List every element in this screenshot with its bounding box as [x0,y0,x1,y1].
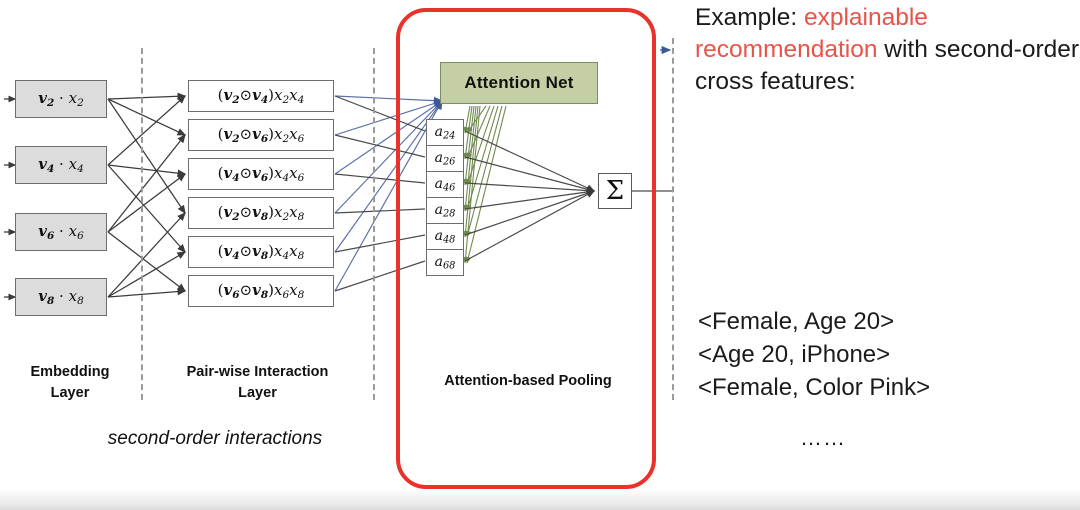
attention-weight-1[interactable]: a24 [426,119,464,146]
embedding-node-3-label: v6 · x6 [38,222,84,242]
summation-node[interactable]: Σ [598,173,632,209]
attention-weight-1-label: a24 [434,123,456,142]
embedding-layer-label-line2: Layer [50,385,90,402]
cross-feature-item-3: <Female, Color Pink> [698,374,931,402]
pairwise-node-2-label: (v2⊙v6)x2x6 [217,125,305,145]
pairwise-node-3-label: (v4⊙v6)x4x6 [217,164,305,184]
embedding-node-2[interactable]: v4 · x4 [15,146,107,184]
embedding-node-4[interactable]: v8 · x8 [15,278,107,316]
pairwise-node-6[interactable]: (v6⊙v8)x6x8 [188,275,334,307]
pairwise-node-5[interactable]: (v4⊙v8)x4x8 [188,236,334,268]
attention-weight-2[interactable]: a26 [426,145,464,172]
pairwise-node-6-label: (v6⊙v8)x6x8 [217,281,305,301]
example-headline: Example: explainable recommendation with… [695,2,1080,98]
pairwise-layer-label-line1: Pair-wise Interaction [186,364,329,380]
separator-embedding-pairwise [141,48,143,400]
cross-feature-item-2: <Age 20, iPhone> [698,341,891,369]
attention-weight-4[interactable]: a28 [426,197,464,224]
pairwise-node-4[interactable]: (v2⊙v8)x2x8 [188,197,334,229]
pairwise-layer-label: Pair-wise Interaction Layer [150,362,365,404]
second-order-caption: second-order interactions [107,428,323,449]
attention-weight-3[interactable]: a46 [426,171,464,198]
pairwise-node-3[interactable]: (v4⊙v6)x4x6 [188,158,334,190]
attention-weight-2-label: a26 [434,149,456,168]
pairwise-node-1-label: (v2⊙v4)x2x4 [217,86,305,106]
attention-weight-3-label: a46 [434,175,456,194]
embedding-node-1-label: v2 · x2 [38,89,84,109]
attention-weight-6-label: a68 [434,253,456,272]
cross-feature-list: <Female, Age 20> <Age 20, iPhone> <Femal… [698,305,1078,404]
pairwise-node-5-label: (v4⊙v8)x4x8 [217,242,305,262]
attention-net-label: Attention Net [464,73,574,92]
pairwise-layer-label-line2: Layer [238,385,277,402]
pooling-layer-label-text: Attention-based Pooling [444,373,612,389]
separator-pooling-output [672,38,674,400]
pairwise-node-4-label: (v2⊙v8)x2x8 [217,203,305,223]
cross-feature-item-1: <Female, Age 20> [698,308,895,335]
cross-feature-ellipsis: …… [800,425,846,450]
embedding-node-1[interactable]: v2 · x2 [15,80,107,118]
embedding-layer-label: Embedding Layer [6,362,134,404]
example-panel: Example: explainable recommendation with… [690,0,1080,510]
attention-weight-5[interactable]: a48 [426,223,464,250]
attention-net-box[interactable]: Attention Net [440,62,598,104]
summation-symbol: Σ [605,176,625,206]
embedding-layer-label-line1: Embedding [30,364,110,380]
embedding-node-3[interactable]: v6 · x6 [15,213,107,251]
separator-pairwise-pooling [373,48,375,400]
pairwise-node-2[interactable]: (v2⊙v6)x2x6 [188,119,334,151]
pooling-layer-label: Attention-based Pooling [404,371,652,392]
attention-weight-4-label: a28 [434,201,456,220]
slide-bottom-edge [0,489,1080,510]
embedding-node-2-label: v4 · x4 [38,155,84,175]
attention-weight-5-label: a48 [434,227,456,246]
slide-canvas: v2 · x2 v4 · x4 v6 · x6 v8 · x8 (v2⊙v4)x… [0,0,1080,510]
attention-weight-6[interactable]: a68 [426,249,464,276]
pairwise-node-1[interactable]: (v2⊙v4)x2x4 [188,80,334,112]
headline-prefix: Example: [695,4,804,31]
embedding-node-4-label: v8 · x8 [38,287,84,307]
